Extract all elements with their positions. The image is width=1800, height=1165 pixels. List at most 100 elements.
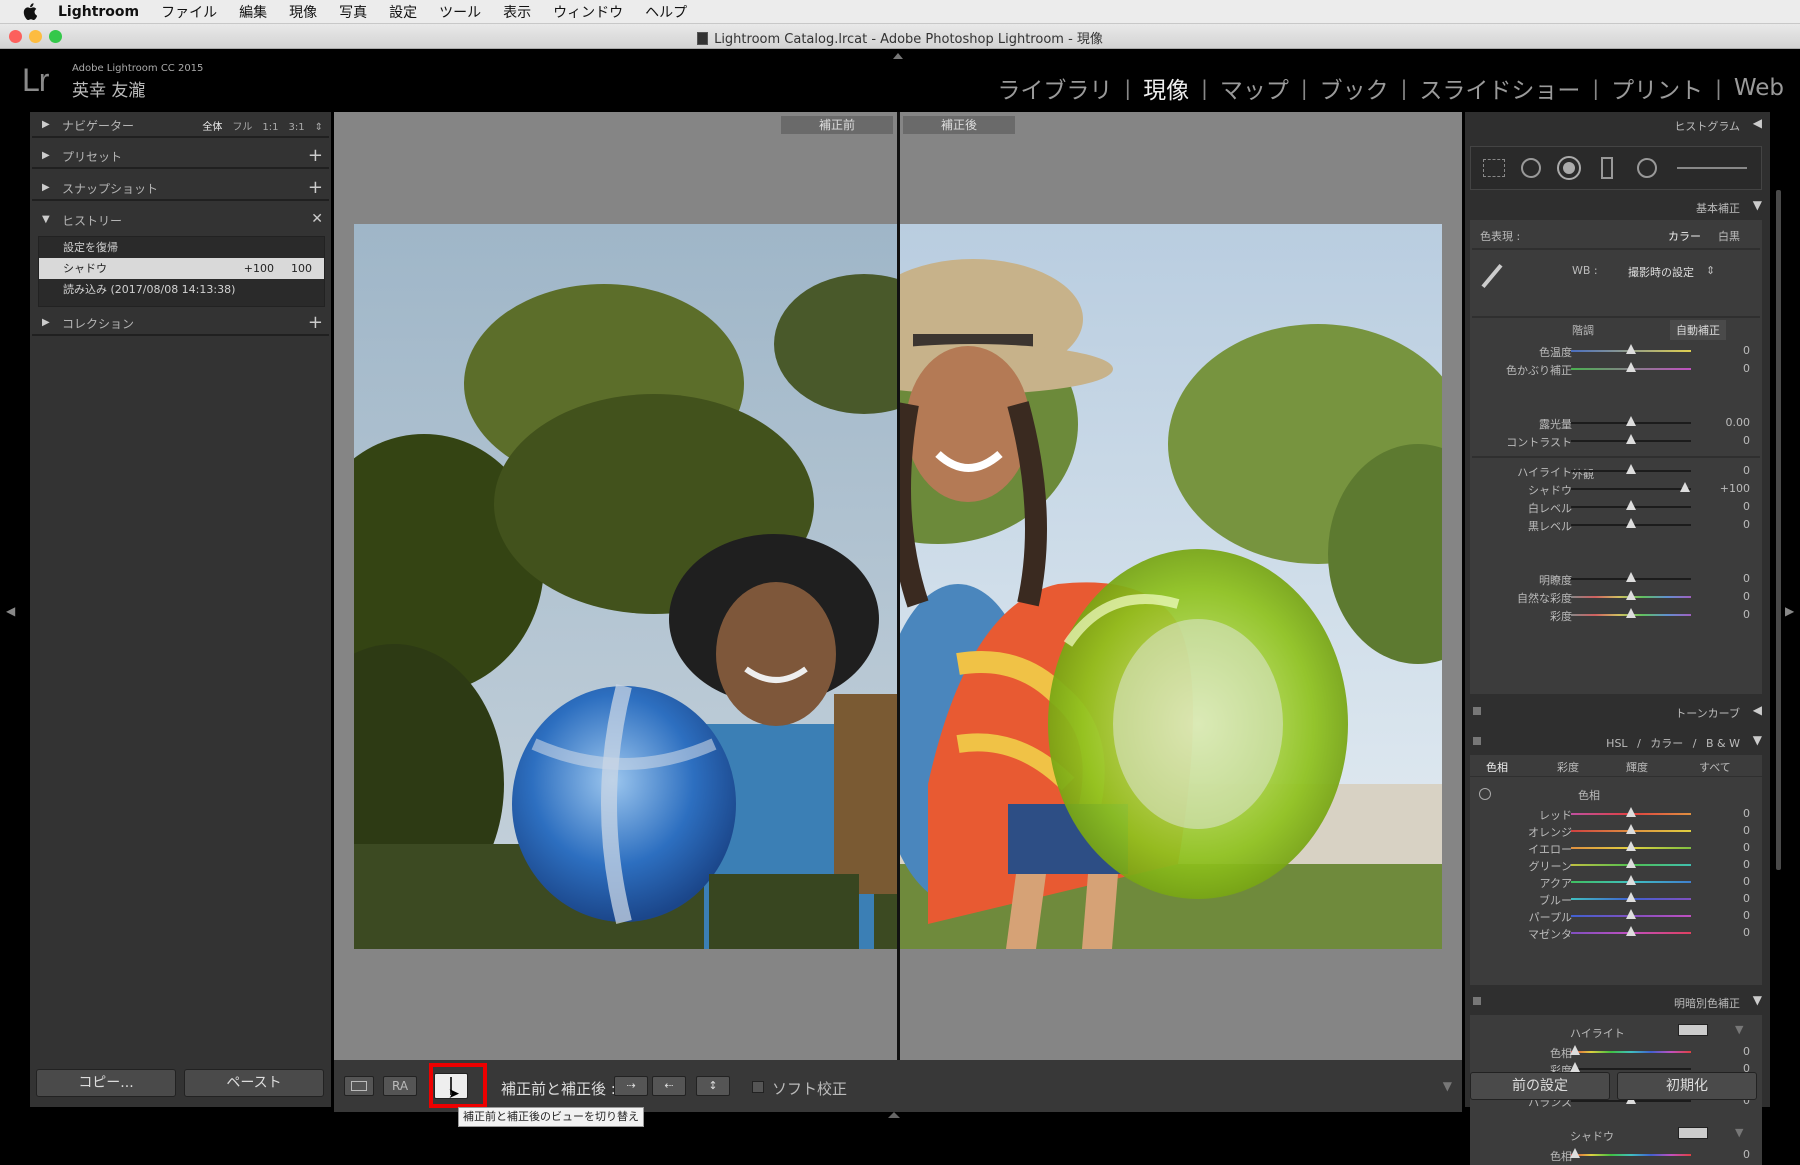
add-collection-icon[interactable]: + bbox=[308, 312, 323, 333]
clear-history-icon[interactable]: ✕ bbox=[311, 211, 323, 227]
panel-toggle-icon[interactable] bbox=[1473, 707, 1481, 715]
slider-value[interactable]: 0 bbox=[1743, 434, 1750, 447]
slider-thumb[interactable] bbox=[1626, 841, 1636, 851]
slider-value[interactable]: 0 bbox=[1743, 572, 1750, 585]
menu-window[interactable]: ウィンドウ bbox=[553, 2, 623, 22]
module-print[interactable]: プリント bbox=[1611, 71, 1703, 105]
toolbar-options-icon[interactable]: ▼ bbox=[1443, 1079, 1452, 1093]
navigator-header[interactable]: ▶ ナビゲーター 全体 フル 1:1 3:1 ⇕ bbox=[30, 112, 331, 138]
panel-toggle-icon[interactable] bbox=[1473, 737, 1481, 745]
treatment-bw-option[interactable]: 白黒 bbox=[1718, 228, 1740, 244]
show-right-panel-icon[interactable]: ▶ bbox=[1785, 604, 1794, 618]
treatment-color-option[interactable]: カラー bbox=[1668, 228, 1701, 244]
targeted-adjustment-icon[interactable] bbox=[1479, 788, 1491, 800]
slider-value[interactable]: 0 bbox=[1743, 464, 1750, 477]
hsl-tab-hsl[interactable]: HSL bbox=[1606, 737, 1627, 750]
slider-value[interactable]: 0 bbox=[1743, 1148, 1750, 1161]
tone-curve-header[interactable]: トーンカーブ ◀ bbox=[1465, 699, 1770, 723]
apple-icon[interactable] bbox=[20, 3, 40, 21]
slider-value[interactable]: 0 bbox=[1743, 608, 1750, 621]
menu-settings[interactable]: 設定 bbox=[389, 2, 417, 22]
paste-settings-button[interactable]: ペースト bbox=[184, 1069, 324, 1097]
slider-value[interactable]: 0 bbox=[1743, 926, 1750, 939]
collections-header[interactable]: ▶ コレクション + bbox=[30, 310, 331, 336]
crop-tool-icon[interactable] bbox=[1483, 159, 1505, 177]
slider-thumb[interactable] bbox=[1569, 1045, 1580, 1055]
history-header[interactable]: ▼ ヒストリー ✕ bbox=[30, 207, 331, 233]
slider-value[interactable]: 0 bbox=[1743, 500, 1750, 513]
previous-settings-button[interactable]: 前の設定 bbox=[1470, 1072, 1610, 1100]
slider-thumb[interactable] bbox=[1626, 875, 1636, 885]
slider-thumb[interactable] bbox=[1626, 572, 1636, 582]
wb-stepper-icon[interactable]: ⇕ bbox=[1706, 264, 1715, 277]
module-book[interactable]: ブック bbox=[1320, 71, 1389, 105]
menu-lightroom[interactable]: Lightroom bbox=[58, 4, 139, 20]
slider-thumb[interactable] bbox=[1569, 1148, 1580, 1158]
snapshots-header[interactable]: ▶ スナップショット + bbox=[30, 175, 331, 201]
add-snapshot-icon[interactable]: + bbox=[308, 177, 323, 198]
hsl-subtab-all[interactable]: すべて bbox=[1699, 759, 1731, 775]
highlight-expand-icon[interactable]: ▼ bbox=[1735, 1023, 1743, 1036]
menu-help[interactable]: ヘルプ bbox=[645, 2, 687, 22]
graduated-filter-icon[interactable] bbox=[1601, 157, 1613, 179]
slider-thumb[interactable] bbox=[1626, 434, 1636, 444]
spot-removal-icon[interactable] bbox=[1521, 158, 1541, 178]
history-item[interactable]: 読み込み (2017/08/08 14:13:38) bbox=[39, 279, 324, 300]
slider-value[interactable]: 0 bbox=[1743, 590, 1750, 603]
hsl-tab-bw[interactable]: B & W bbox=[1706, 737, 1740, 750]
panel-toggle-icon[interactable] bbox=[1473, 997, 1481, 1005]
swap-before-after-button[interactable]: ↕ bbox=[696, 1076, 730, 1096]
zoom-stepper-icon[interactable]: ⇕ bbox=[315, 122, 323, 133]
slider-thumb[interactable] bbox=[1626, 608, 1636, 618]
module-library[interactable]: ライブラリ bbox=[997, 71, 1112, 105]
slider-thumb[interactable] bbox=[1626, 344, 1636, 354]
slider-value[interactable]: 0 bbox=[1743, 1045, 1750, 1058]
menu-file[interactable]: ファイル bbox=[161, 2, 217, 22]
slider-track[interactable] bbox=[1571, 1051, 1691, 1053]
hsl-subtab-saturation[interactable]: 彩度 bbox=[1557, 759, 1579, 775]
slider-thumb[interactable] bbox=[1680, 482, 1690, 492]
slider-thumb[interactable] bbox=[1626, 362, 1636, 372]
slider-track[interactable] bbox=[1571, 1068, 1691, 1070]
slider-value[interactable]: 0 bbox=[1743, 344, 1750, 357]
wb-picker-icon[interactable] bbox=[1481, 263, 1503, 289]
slider-value[interactable]: 0 bbox=[1743, 892, 1750, 905]
module-slideshow[interactable]: スライドショー bbox=[1419, 71, 1580, 105]
slider-thumb[interactable] bbox=[1626, 416, 1636, 426]
slider-value[interactable]: 0 bbox=[1743, 807, 1750, 820]
wb-preset[interactable]: 撮影時の設定 bbox=[1628, 264, 1694, 280]
right-panel-scrollbar[interactable] bbox=[1776, 190, 1781, 870]
slider-value[interactable]: 0 bbox=[1743, 362, 1750, 375]
slider-value[interactable]: 0 bbox=[1743, 858, 1750, 871]
histogram-header[interactable]: ヒストグラム ◀ bbox=[1465, 112, 1770, 136]
slider-thumb[interactable] bbox=[1626, 858, 1636, 868]
hsl-subtab-luminance[interactable]: 輝度 bbox=[1626, 759, 1648, 775]
basic-header[interactable]: 基本補正 ▼ bbox=[1465, 194, 1770, 218]
zoom-3-1[interactable]: 3:1 bbox=[289, 122, 305, 133]
slider-thumb[interactable] bbox=[1626, 926, 1636, 936]
menu-view[interactable]: 表示 bbox=[503, 2, 531, 22]
shadow-color-swatch[interactable] bbox=[1678, 1127, 1708, 1139]
filmstrip-toggle-icon[interactable] bbox=[888, 1112, 900, 1118]
slider-thumb[interactable] bbox=[1626, 518, 1636, 528]
presets-header[interactable]: ▶ プリセット + bbox=[30, 143, 331, 169]
history-item[interactable]: シャドウ +100 100 bbox=[39, 258, 324, 279]
highlight-color-swatch[interactable] bbox=[1678, 1024, 1708, 1036]
slider-value[interactable]: +100 bbox=[1720, 482, 1750, 495]
zoom-fill[interactable]: フル bbox=[232, 122, 252, 133]
slider-track[interactable] bbox=[1571, 1154, 1691, 1156]
reference-view-button[interactable]: RA bbox=[383, 1076, 417, 1096]
radial-filter-icon[interactable] bbox=[1637, 158, 1657, 178]
adjustment-brush-icon[interactable] bbox=[1677, 167, 1747, 169]
loupe-view-button[interactable] bbox=[344, 1076, 374, 1096]
auto-tone-button[interactable]: 自動補正 bbox=[1670, 320, 1726, 340]
slider-value[interactable]: 0 bbox=[1743, 824, 1750, 837]
add-preset-icon[interactable]: + bbox=[308, 145, 323, 166]
slider-value[interactable]: 0 bbox=[1743, 518, 1750, 531]
menu-edit[interactable]: 編集 bbox=[239, 2, 267, 22]
slider-value[interactable]: 0 bbox=[1743, 909, 1750, 922]
module-develop[interactable]: 現像 bbox=[1143, 71, 1189, 105]
hsl-subtab-hue[interactable]: 色相 bbox=[1486, 759, 1508, 775]
zoom-1-1[interactable]: 1:1 bbox=[262, 122, 278, 133]
slider-thumb[interactable] bbox=[1626, 909, 1636, 919]
